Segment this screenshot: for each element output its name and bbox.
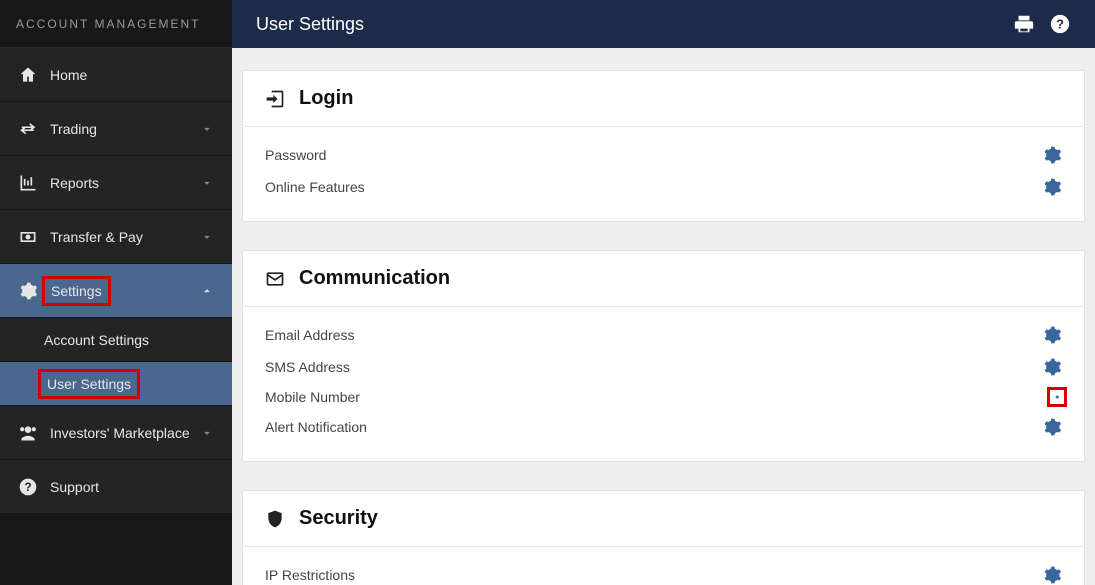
card-header: Login: [243, 71, 1084, 127]
setting-row-alert-notification: Alert Notification: [265, 411, 1062, 443]
sub-item-label: Account Settings: [44, 332, 149, 348]
people-icon: [18, 423, 38, 443]
nav-item-settings[interactable]: Settings: [0, 264, 232, 318]
card-communication: Communication Email Address SMS Address …: [242, 250, 1085, 462]
card-title: Login: [299, 87, 353, 110]
setting-row-mobile-number: Mobile Number: [265, 383, 1062, 411]
chevron-down-icon: [200, 426, 214, 440]
nav-label: Trading: [50, 121, 200, 137]
setting-label: Email Address: [265, 327, 1042, 343]
nav-item-home[interactable]: Home: [0, 48, 232, 102]
highlight-settings: Settings: [42, 276, 111, 306]
setting-row-online-features: Online Features: [265, 171, 1062, 203]
nav-item-investors-marketplace[interactable]: Investors' Marketplace: [0, 406, 232, 460]
nav-item-reports[interactable]: Reports: [0, 156, 232, 210]
gear-icon[interactable]: [1042, 417, 1062, 437]
svg-text:?: ?: [1056, 17, 1064, 32]
chevron-down-icon: [200, 122, 214, 136]
help-icon[interactable]: ?: [1049, 13, 1071, 35]
setting-row-sms-address: SMS Address: [265, 351, 1062, 383]
help-icon: ?: [18, 477, 38, 497]
nav-item-support[interactable]: ? Support: [0, 460, 232, 514]
gear-icon[interactable]: [1042, 357, 1062, 377]
card-login: Login Password Online Features: [242, 70, 1085, 222]
topbar: User Settings ?: [232, 0, 1095, 48]
nav-label: Support: [50, 479, 214, 495]
setting-label: Alert Notification: [265, 419, 1042, 435]
card-header: Communication: [243, 251, 1084, 307]
nav-label: Settings: [51, 283, 102, 299]
setting-row-email-address: Email Address: [265, 319, 1062, 351]
sidebar-title: ACCOUNT MANAGEMENT: [0, 0, 232, 48]
setting-row-ip-restrictions: IP Restrictions: [265, 559, 1062, 585]
card-title: Communication: [299, 267, 450, 290]
exchange-icon: [18, 119, 38, 139]
setting-label: Mobile Number: [265, 389, 1052, 405]
main: User Settings ? Login Password: [232, 0, 1095, 585]
chevron-down-icon: [200, 230, 214, 244]
setting-label: Password: [265, 147, 1042, 163]
page-title: User Settings: [256, 14, 999, 35]
setting-row-password: Password: [265, 139, 1062, 171]
login-arrow-icon: [265, 89, 285, 109]
nav-item-trading[interactable]: Trading: [0, 102, 232, 156]
gear-icon[interactable]: [1047, 387, 1067, 407]
print-icon[interactable]: [1013, 13, 1035, 35]
setting-label: SMS Address: [265, 359, 1042, 375]
chevron-up-icon: [200, 284, 214, 298]
money-icon: [18, 227, 38, 247]
highlight-user-settings: User Settings: [38, 369, 140, 399]
setting-label: Online Features: [265, 179, 1042, 195]
nav-item-transfer-pay[interactable]: Transfer & Pay: [0, 210, 232, 264]
nav-label: Transfer & Pay: [50, 229, 200, 245]
content: Login Password Online Features: [232, 48, 1095, 585]
sub-item-label: User Settings: [47, 376, 131, 392]
chevron-down-icon: [200, 176, 214, 190]
gear-icon[interactable]: [1042, 565, 1062, 585]
card-title: Security: [299, 507, 378, 530]
envelope-icon: [265, 269, 285, 289]
sub-item-user-settings[interactable]: User Settings: [0, 362, 232, 406]
gear-icon[interactable]: [1042, 145, 1062, 165]
nav-label: Investors' Marketplace: [50, 425, 200, 441]
gear-icon[interactable]: [1042, 177, 1062, 197]
setting-label: IP Restrictions: [265, 567, 1042, 583]
bar-chart-icon: [18, 173, 38, 193]
gears-icon: [18, 281, 38, 301]
nav-label: Reports: [50, 175, 200, 191]
sub-item-account-settings[interactable]: Account Settings: [0, 318, 232, 362]
svg-text:?: ?: [24, 481, 31, 494]
sidebar: ACCOUNT MANAGEMENT Home Trading Reports …: [0, 0, 232, 585]
nav-label: Home: [50, 67, 214, 83]
home-icon: [18, 65, 38, 85]
shield-icon: [265, 509, 285, 529]
gear-icon[interactable]: [1042, 325, 1062, 345]
card-header: Security: [243, 491, 1084, 547]
card-security: Security IP Restrictions Secure Login Sy…: [242, 490, 1085, 585]
